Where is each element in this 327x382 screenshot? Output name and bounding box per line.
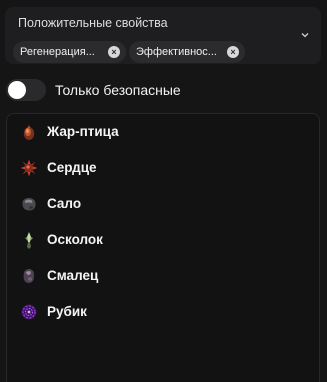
list-item-rubik[interactable]: Рубик	[17, 300, 297, 324]
item-label: Осколок	[47, 232, 103, 247]
safe-only-label: Только безопасные	[55, 82, 181, 98]
list-item-heart[interactable]: Сердце	[17, 156, 297, 180]
artifact-list: Жар-птица Сердце Сало Осколок Смалец Руб…	[6, 113, 320, 382]
list-item-lard[interactable]: Сало	[17, 192, 297, 216]
toggle-knob	[8, 81, 26, 99]
item-label: Рубик	[47, 304, 87, 319]
positive-properties-label: Положительные свойства	[18, 16, 168, 30]
list-item-firebird[interactable]: Жар-птица	[17, 120, 297, 144]
safe-only-toggle[interactable]	[6, 79, 46, 101]
list-item-shard[interactable]: Осколок	[17, 228, 297, 252]
chevron-down-icon[interactable]	[301, 31, 309, 39]
item-label: Сердце	[47, 160, 97, 175]
chip-efficiency: Эффективнос... ×	[129, 41, 245, 63]
fat-artifact-icon	[23, 268, 35, 283]
heart-artifact-icon	[20, 159, 38, 177]
artifact-filter-panel: Положительные свойства Регенерация... × …	[0, 0, 327, 382]
chip-regeneration: Регенерация... ×	[13, 41, 126, 63]
item-label: Жар-птица	[47, 124, 119, 139]
firebird-artifact-icon	[23, 125, 35, 140]
chip-label: Регенерация...	[20, 46, 95, 58]
item-label: Смалец	[47, 268, 99, 283]
shard-artifact-icon	[25, 232, 33, 249]
rubik-artifact-icon	[21, 304, 37, 320]
item-label: Сало	[47, 196, 82, 211]
chip-close-icon[interactable]: ×	[108, 46, 120, 58]
list-item-fat[interactable]: Смалец	[17, 264, 297, 288]
chip-close-icon[interactable]: ×	[227, 46, 239, 58]
positive-properties-select[interactable]: Положительные свойства Регенерация... × …	[5, 7, 321, 64]
chip-label: Эффективнос...	[136, 46, 217, 58]
safe-only-row: Только безопасные	[6, 78, 256, 102]
lard-artifact-icon	[22, 197, 36, 211]
